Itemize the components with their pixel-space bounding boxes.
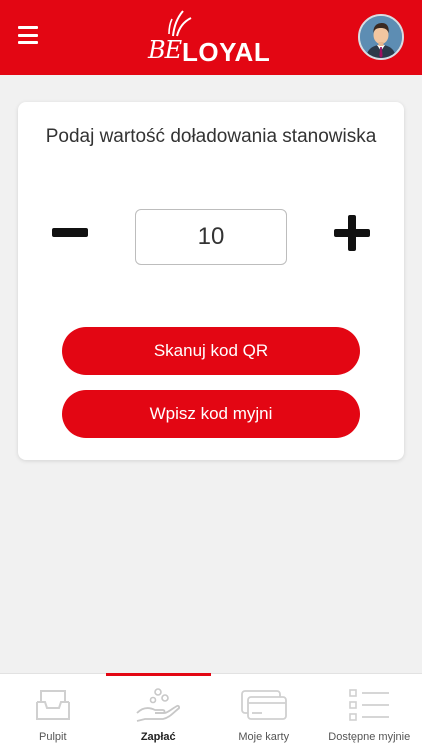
user-avatar-icon [360, 16, 402, 58]
beloyal-logo: BE LOYAL [148, 10, 278, 67]
user-avatar[interactable] [358, 14, 404, 60]
menu-icon[interactable] [18, 26, 38, 44]
nav-label-moje-karty: Moje karty [238, 731, 290, 743]
decrease-amount-button[interactable] [52, 212, 90, 252]
nav-label-dostepne-myjnie: Dostępne myjnie [328, 731, 411, 743]
logo-script-text: BE [148, 36, 182, 64]
nav-item-dostepne-myjnie[interactable]: Dostępne myjnie [317, 674, 422, 750]
scan-qr-button[interactable]: Skanuj kod QR [62, 327, 360, 375]
increase-amount-button[interactable] [334, 215, 370, 251]
top-app-bar: BE LOYAL [0, 0, 422, 75]
nav-item-pulpit[interactable]: Pulpit [0, 674, 106, 750]
card-title: Podaj wartość doładowania stanowiska [45, 126, 377, 147]
list-icon [349, 689, 390, 721]
nav-label-zaplac: Zapłać [140, 731, 176, 743]
cards-icon [240, 690, 287, 720]
nav-label-pulpit: Pulpit [38, 731, 67, 743]
nav-item-zaplac[interactable]: Zapłać [105, 673, 212, 750]
nav-item-moje-karty[interactable]: Moje karty [211, 674, 317, 750]
top-up-card: Podaj wartość doładowania stanowiska Ska… [18, 102, 404, 460]
amount-input[interactable] [135, 209, 287, 265]
logo-bold-text: LOYAL [182, 37, 271, 67]
enter-carwash-code-button[interactable]: Wpisz kod myjni [62, 390, 360, 438]
bottom-navigation: Pulpit Zapłać Moje karty Dostępne myjnie [0, 673, 422, 750]
inbox-tray-icon [35, 690, 70, 720]
hand-coins-icon [136, 688, 181, 722]
